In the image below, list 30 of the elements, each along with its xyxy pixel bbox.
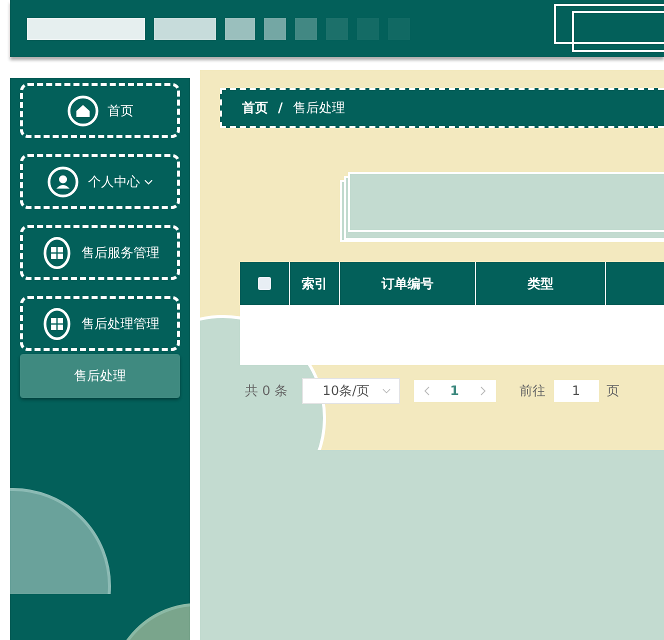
menu-label: 个人中心 xyxy=(88,174,140,190)
header-block-decoration xyxy=(264,18,286,40)
goto-label: 前往 xyxy=(520,383,546,400)
chevron-right-icon[interactable] xyxy=(480,386,486,396)
grid-icon xyxy=(40,308,72,340)
home-icon xyxy=(66,94,98,126)
menu-item[interactable]: 售后服务管理 xyxy=(20,225,180,280)
select-all-checkbox[interactable] xyxy=(258,277,271,290)
header-block-decoration xyxy=(225,18,255,40)
submenu-item[interactable]: 售后处理 xyxy=(20,354,180,398)
page-input[interactable]: 1 xyxy=(554,380,599,402)
menu-label: 售后处理管理 xyxy=(82,316,160,332)
total-count: 共 0 条 xyxy=(245,383,288,400)
chevron-down-icon xyxy=(382,388,391,394)
menu-item[interactable]: 首页 xyxy=(20,83,180,138)
breadcrumb-link[interactable]: 首页 xyxy=(242,99,268,117)
user-icon xyxy=(47,166,79,198)
header-block-decoration xyxy=(326,18,348,40)
grid-icon xyxy=(40,236,72,268)
menu-label: 售后服务管理 xyxy=(82,244,160,262)
breadcrumb-separator: / xyxy=(278,100,283,116)
menu-item[interactable]: 售后处理管理 xyxy=(20,296,180,351)
page-size-select[interactable]: 10条/页 xyxy=(302,378,400,404)
menu-label: 首页 xyxy=(108,102,134,120)
chevron-left-icon[interactable] xyxy=(424,386,430,396)
header-block-decoration xyxy=(154,18,216,40)
page-unit-label: 页 xyxy=(606,383,620,400)
page-number[interactable]: 1 xyxy=(450,384,460,398)
header-block-decoration xyxy=(295,18,317,40)
menu-item[interactable]: 个人中心 xyxy=(20,154,180,209)
